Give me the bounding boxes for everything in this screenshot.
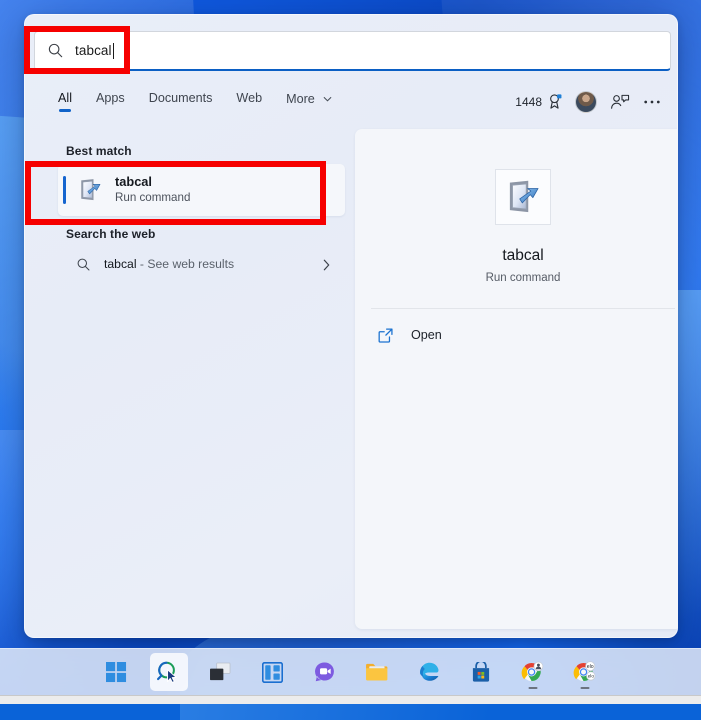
- open-external-icon: [378, 327, 393, 343]
- avatar[interactable]: [575, 91, 597, 113]
- chrome-elo-button[interactable]: elo elo: [566, 653, 604, 691]
- search-icon: [77, 258, 90, 270]
- ellipsis-icon[interactable]: [643, 99, 661, 105]
- search-the-web-heading: Search the web: [66, 227, 156, 241]
- result-item-title: tabcal: [115, 174, 152, 190]
- result-item-web-search[interactable]: tabcal - See web results: [58, 247, 345, 281]
- task-view-button[interactable]: [202, 653, 240, 691]
- taskbar: elo elo: [0, 648, 701, 695]
- chevron-right-icon[interactable]: [323, 258, 330, 276]
- person-chat-icon[interactable]: [610, 93, 630, 111]
- result-item-subtitle: Run command: [115, 191, 191, 205]
- preview-icon-container: [495, 169, 551, 225]
- chrome-person-icon: [521, 661, 544, 681]
- web-result-label: tabcal - See web results: [104, 257, 234, 271]
- tab-all-label: All: [58, 91, 72, 105]
- windows-search-panel: tabcal All Apps Documents Web More 1448 …: [24, 14, 678, 638]
- preview-title: tabcal: [502, 247, 544, 264]
- screen-bottom-strip: [0, 695, 701, 704]
- web-result-query: tabcal: [104, 257, 137, 271]
- tab-documents[interactable]: Documents: [149, 87, 213, 105]
- run-command-icon: [81, 179, 101, 201]
- chrome-elo-icon: elo elo: [573, 660, 596, 681]
- text-caret: [112, 42, 114, 59]
- web-result-suffix: - See web results: [139, 257, 235, 271]
- tab-documents-label: Documents: [148, 91, 213, 105]
- task-view-icon: [210, 662, 231, 681]
- active-tab-underline: [59, 109, 71, 112]
- start-button[interactable]: [98, 653, 136, 691]
- running-indicator: [528, 687, 537, 689]
- chrome-profile-button[interactable]: [514, 653, 552, 691]
- tab-apps-label: Apps: [96, 91, 125, 105]
- result-item-best-match[interactable]: tabcal Run command: [58, 164, 345, 216]
- tab-apps[interactable]: Apps: [96, 87, 125, 105]
- folder-icon: [365, 663, 387, 681]
- preview-divider: [371, 308, 675, 309]
- open-action-button[interactable]: Open: [377, 322, 677, 348]
- chat-button[interactable]: [306, 653, 344, 691]
- preview-subtitle: Run command: [485, 272, 561, 284]
- windows-logo-icon: [106, 661, 127, 682]
- search-header-actions: 1448: [515, 91, 661, 113]
- widgets-icon: [262, 661, 283, 683]
- rewards-points-value: 1448: [515, 95, 542, 109]
- result-item-text: tabcal Run command: [115, 174, 190, 205]
- tab-more[interactable]: More: [286, 87, 332, 106]
- microsoft-store-button[interactable]: [462, 653, 500, 691]
- search-icon: [48, 43, 63, 58]
- best-match-heading: Best match: [66, 144, 132, 158]
- edge-icon: [419, 662, 438, 681]
- app-preview-pane: tabcal Run command Open: [355, 129, 677, 629]
- svg-text:elo: elo: [587, 663, 594, 669]
- search-input[interactable]: tabcal: [34, 31, 671, 71]
- search-results-column: Best match tabcal Run command Search the…: [25, 133, 355, 637]
- search-button[interactable]: [149, 653, 188, 691]
- open-action-label: Open: [411, 328, 442, 342]
- svg-text:elo: elo: [588, 673, 595, 678]
- running-indicator: [580, 687, 589, 689]
- rewards-points[interactable]: 1448: [515, 94, 562, 110]
- search-taskbar-icon: [157, 661, 177, 683]
- file-explorer-button[interactable]: [358, 653, 396, 691]
- run-command-icon: [509, 180, 539, 213]
- store-icon: [472, 661, 489, 682]
- chevron-down-icon: [323, 91, 332, 105]
- selection-accent-bar: [63, 176, 66, 204]
- tab-more-label: More: [286, 92, 315, 106]
- rewards-trophy-icon: [550, 94, 562, 109]
- tab-all[interactable]: All: [58, 87, 72, 112]
- widgets-button[interactable]: [254, 653, 292, 691]
- tab-web-label: Web: [236, 91, 263, 105]
- search-input-value: tabcal: [75, 43, 112, 58]
- search-input-container[interactable]: tabcal: [34, 31, 671, 71]
- tab-web[interactable]: Web: [236, 87, 262, 105]
- edge-button[interactable]: [410, 653, 448, 691]
- chat-icon: [314, 662, 334, 682]
